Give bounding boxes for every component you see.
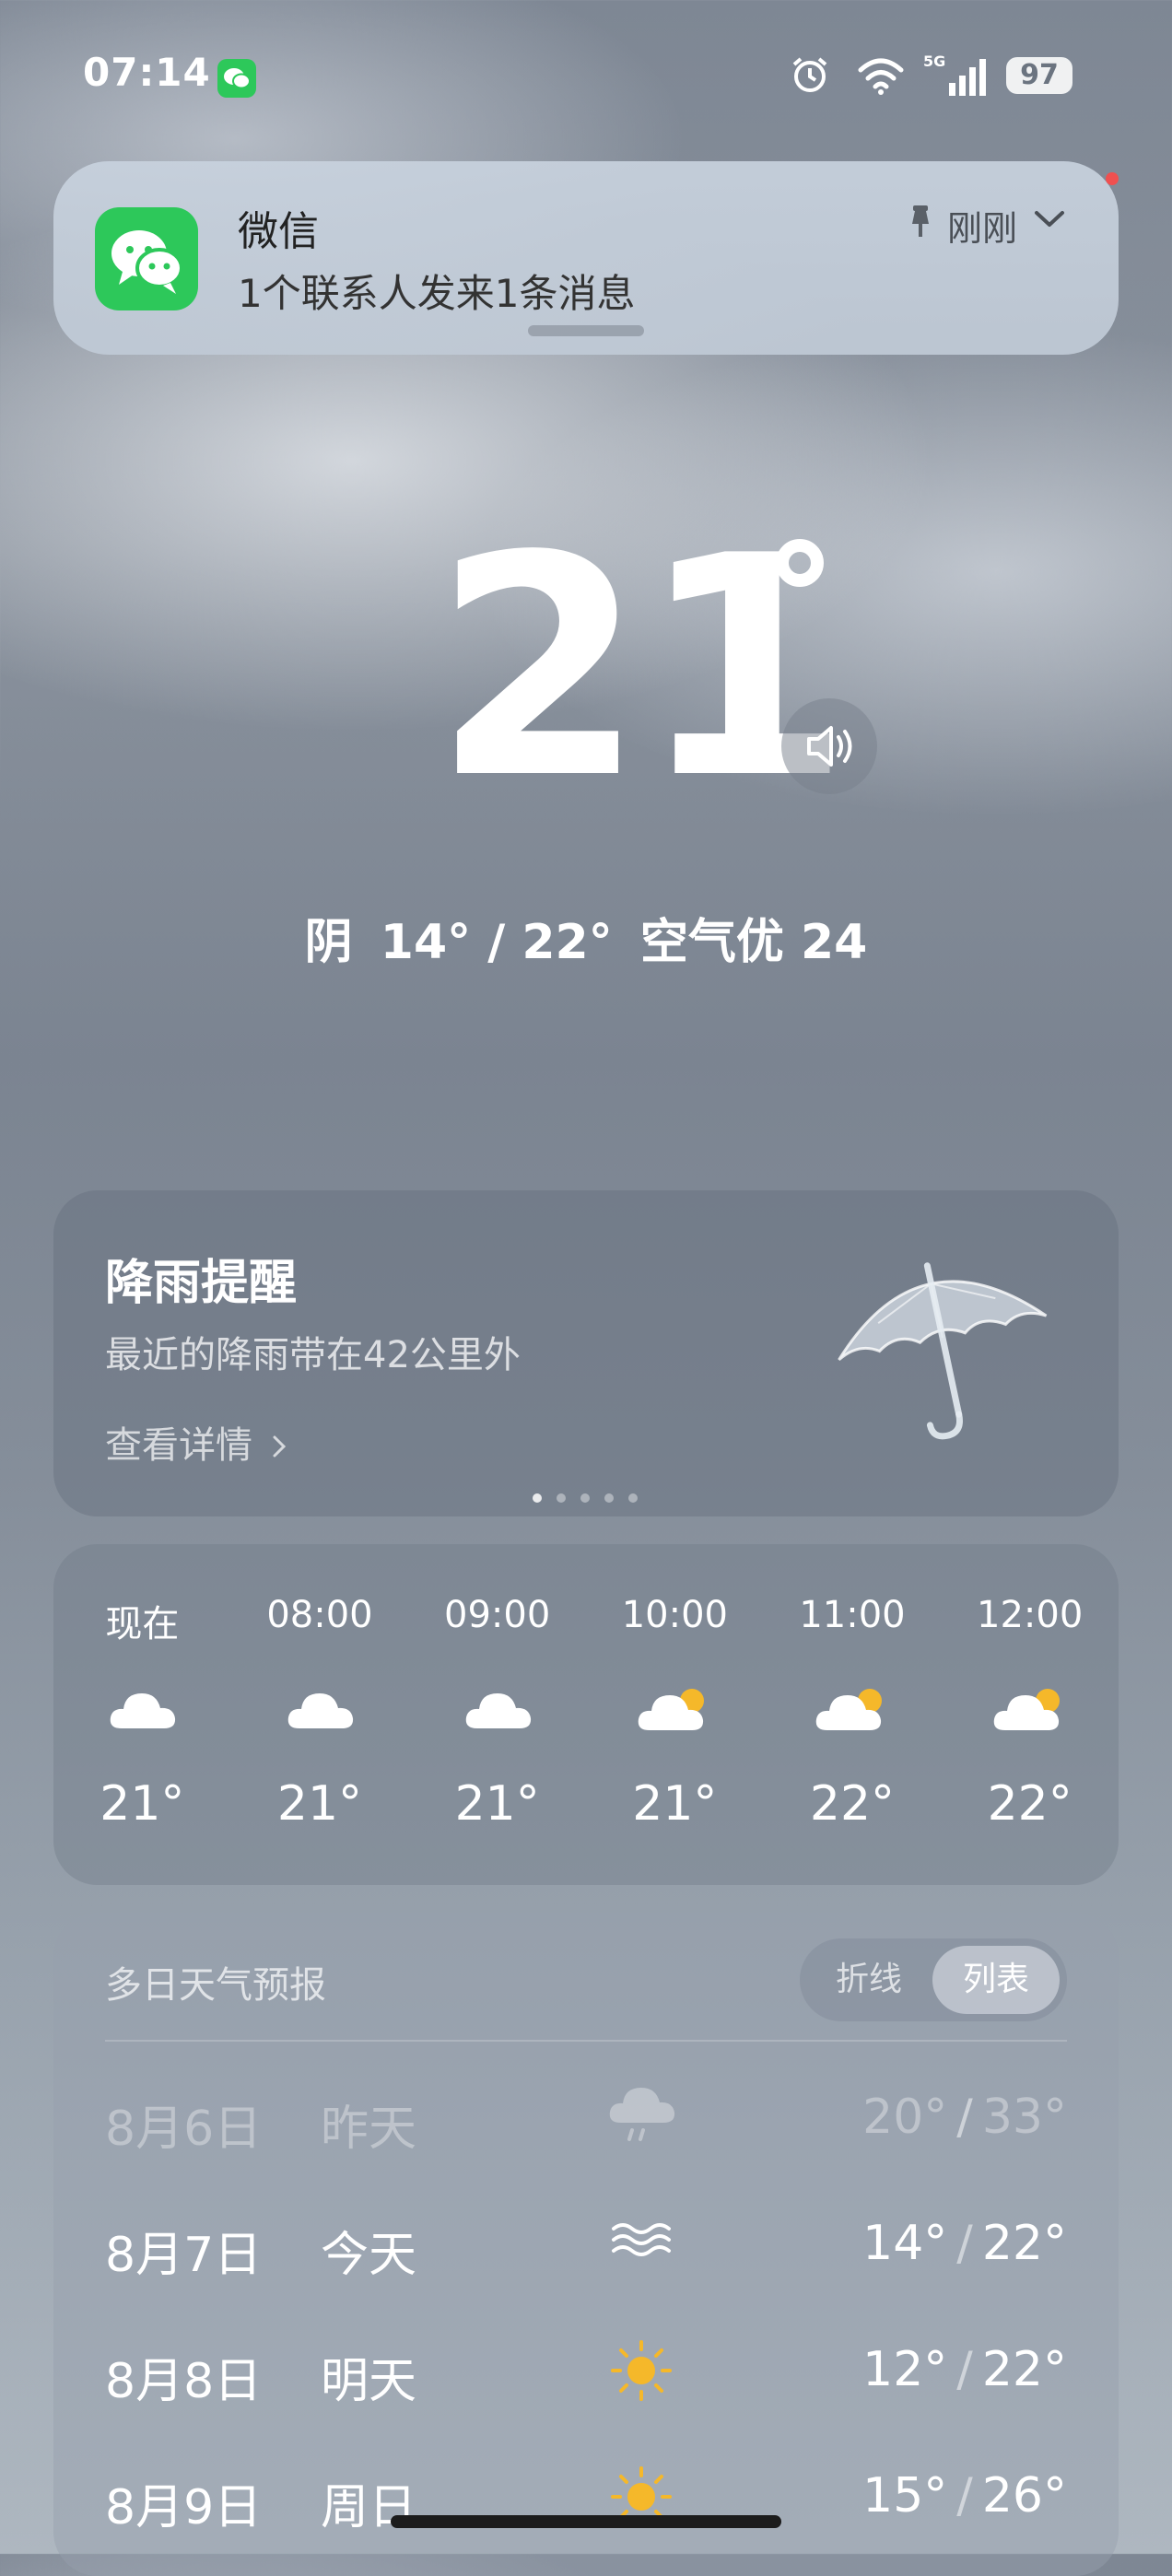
haze-icon (604, 2212, 678, 2271)
daily-high: 26° (981, 2468, 1067, 2523)
daily-temp-range: 12°/22° (862, 2342, 1067, 2397)
daily-day: 昨天 (321, 2102, 417, 2157)
hourly-time: 08:00 (266, 1594, 373, 1636)
toggle-chart[interactable]: 折线 (800, 1938, 938, 2021)
view-details-label: 查看详情 (105, 1424, 252, 1467)
cloud-icon (105, 1682, 179, 1741)
hourly-temp: 21° (454, 1776, 540, 1832)
daily-row[interactable]: 8月6日 昨天 20°/33° (53, 2069, 1119, 2161)
notification-dot (1106, 172, 1119, 185)
daily-low: 14° (862, 2216, 948, 2271)
network-label: 5G (923, 53, 945, 70)
hourly-time: 现在 (105, 1603, 180, 1645)
daily-date: 8月9日 (105, 2480, 263, 2535)
pin-icon[interactable] (907, 204, 934, 244)
daily-date: 8月6日 (105, 2102, 263, 2157)
rain-alert-subtitle: 最近的降雨带在42公里外 (105, 1334, 521, 1376)
daily-date: 8月8日 (105, 2354, 263, 2409)
range-separator: / (956, 2216, 973, 2271)
range-separator: / (956, 2342, 973, 2397)
daily-date: 8月7日 (105, 2228, 263, 2283)
hourly-temp: 22° (987, 1776, 1072, 1832)
hourly-time: 09:00 (444, 1594, 551, 1636)
weather-summary: 阴 14° / 22° 空气优 24 (0, 903, 1172, 972)
rain-alert-title: 降雨提醒 (105, 1256, 298, 1311)
notification-drag-handle[interactable] (528, 325, 644, 336)
chevron-down-icon[interactable] (1034, 209, 1065, 233)
daily-high: 22° (981, 2342, 1067, 2397)
cellular-signal-icon: 5G (921, 52, 988, 101)
battery-indicator: 97 (1006, 57, 1072, 94)
umbrella-icon (827, 1246, 1058, 1452)
notification-time: 刚刚 (946, 208, 1017, 249)
daily-forecast-title: 多日天气预报 (105, 1964, 326, 2007)
toggle-list[interactable]: 列表 (932, 1946, 1060, 2014)
daily-row[interactable]: 8月8日 明天 12°/22° (53, 2322, 1119, 2414)
hourly-item: 10:00 21° (586, 1544, 764, 1885)
degree-symbol (776, 539, 824, 587)
daily-temp-range: 20°/33° (862, 2090, 1067, 2145)
hourly-forecast-card[interactable]: 现在 21° 08:00 21° 09:00 21° 10:00 21° 11:00 22° 12:… (53, 1544, 1119, 1885)
status-time: 07:14 (83, 50, 211, 95)
hourly-item: 11:00 22° (764, 1544, 942, 1885)
speaker-icon (807, 726, 852, 767)
chevron-right-icon (273, 1435, 286, 1458)
wechat-notification[interactable]: 微信 1个联系人发来1条消息 刚刚 (53, 161, 1119, 355)
partly-cloudy-icon (989, 1682, 1072, 1741)
hourly-item: 08:00 21° (231, 1544, 409, 1885)
notification-app-name: 微信 (238, 208, 319, 255)
cloud-icon (283, 1682, 357, 1741)
hourly-time: 10:00 (621, 1594, 728, 1636)
hourly-item: 12:00 22° (941, 1544, 1119, 1885)
daily-row[interactable]: 8月7日 今天 14°/22° (53, 2195, 1119, 2288)
home-indicator[interactable] (391, 2515, 781, 2528)
hourly-temp: 21° (276, 1776, 363, 1832)
rain-icon (604, 2086, 678, 2154)
hourly-temp: 21° (632, 1776, 718, 1832)
alarm-icon (789, 53, 831, 100)
rain-alert-card[interactable]: 降雨提醒 最近的降雨带在42公里外 查看详情 (53, 1190, 1119, 1516)
hourly-item: 现在 21° (53, 1544, 231, 1885)
range-separator: / (956, 2468, 973, 2523)
daily-forecast-card: 多日天气预报 折线 列表 8月6日 昨天 20°/33° 8月7日 今天 14°/22° 8… (53, 1913, 1119, 2576)
air-quality: 空气优 24 (639, 915, 868, 970)
wifi-icon (857, 55, 905, 100)
daily-day: 今天 (321, 2228, 417, 2283)
partly-cloudy-icon (811, 1682, 894, 1741)
notification-message: 1个联系人发来1条消息 (238, 271, 636, 316)
daily-high: 33° (981, 2090, 1067, 2145)
wechat-status-icon (217, 59, 256, 98)
voice-broadcast-button[interactable] (781, 698, 877, 794)
temp-range: 14° / 22° (380, 915, 613, 970)
wechat-app-icon (95, 207, 198, 310)
daily-temp-range: 14°/22° (862, 2216, 1067, 2271)
divider (105, 2040, 1067, 2042)
cloud-icon (461, 1682, 534, 1741)
hourly-time: 11:00 (799, 1594, 906, 1636)
hourly-temp: 21° (100, 1776, 185, 1832)
daily-day: 明天 (321, 2354, 417, 2409)
view-details-link[interactable]: 查看详情 (105, 1415, 288, 1469)
daily-high: 22° (981, 2216, 1067, 2271)
sun-icon (604, 2338, 678, 2406)
daily-low: 20° (862, 2090, 948, 2145)
hourly-item: 09:00 21° (408, 1544, 586, 1885)
condition: 阴 (304, 915, 353, 970)
partly-cloudy-icon (633, 1682, 716, 1741)
hourly-time: 12:00 (977, 1594, 1084, 1636)
hourly-temp: 22° (809, 1776, 896, 1832)
range-separator: / (956, 2090, 973, 2145)
daily-temp-range: 15°/26° (862, 2468, 1067, 2523)
card-pager (533, 1489, 652, 1506)
daily-low: 12° (862, 2342, 948, 2397)
view-toggle[interactable]: 折线 列表 (800, 1938, 1067, 2021)
daily-low: 15° (862, 2468, 948, 2523)
